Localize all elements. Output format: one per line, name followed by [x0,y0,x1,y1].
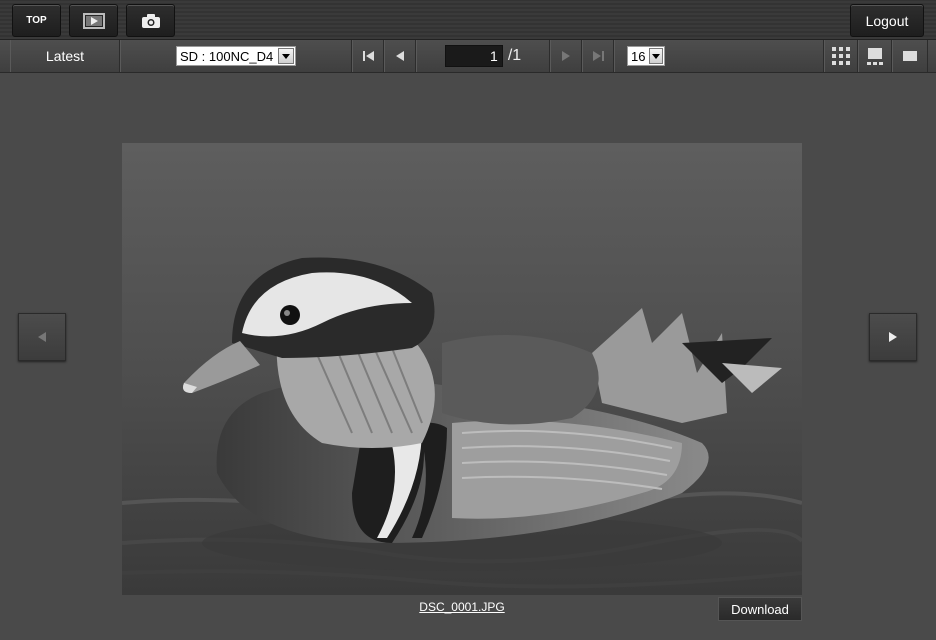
folder-select[interactable]: SD : 100NC_D4 [176,46,296,66]
chevron-down-icon [649,48,663,64]
download-button[interactable]: Download [718,597,802,621]
page-number-input[interactable]: 1 [444,45,503,67]
next-image-button[interactable] [869,313,917,361]
camera-button[interactable] [126,4,175,37]
top-button[interactable]: TOP [12,4,61,37]
image-filename-link[interactable]: DSC_0001.JPG [380,600,544,614]
grid-view-icon [832,47,850,65]
latest-button[interactable]: Latest [10,40,120,72]
filmstrip-view-button[interactable] [858,40,892,72]
first-page-icon [362,51,374,61]
filmstrip-view-icon [867,47,883,65]
per-page-select[interactable]: 16 [627,46,665,66]
latest-label: Latest [45,48,85,64]
logout-button[interactable]: Logout [850,4,924,37]
chevron-down-icon [278,48,294,64]
folder-select-value: SD : 100NC_D4 [180,48,274,64]
next-page-icon [562,51,570,61]
first-page-button[interactable] [352,40,384,72]
gallery-toolbar: Latest SD : 100NC_D4 1 /1 16 [0,40,936,73]
per-page-value: 16 [631,48,646,64]
photo-preview [122,143,802,595]
grid-view-button[interactable] [824,40,858,72]
previous-page-icon [396,51,404,61]
download-label: Download [731,601,789,617]
total-pages: /1 [507,47,522,64]
chevron-right-icon [889,332,897,342]
logout-label: Logout [865,12,909,29]
previous-image-button[interactable] [18,313,66,361]
previous-page-button[interactable] [384,40,416,72]
top-header-bar: TOP Logout [0,0,936,40]
next-page-button[interactable] [550,40,582,72]
single-view-button[interactable] [892,40,928,72]
playback-icon [82,12,105,29]
duck-photo-image [122,143,802,595]
single-view-icon [903,51,917,61]
per-page-container: 16 [614,40,824,72]
current-page-value: 1 [490,48,498,64]
camera-icon [141,13,160,28]
page-indicator: 1 /1 [416,40,550,72]
playback-button[interactable] [69,4,118,37]
folder-select-container: SD : 100NC_D4 [120,40,352,72]
last-page-button[interactable] [582,40,614,72]
top-button-label: TOP [26,15,47,26]
chevron-left-icon [38,332,46,342]
last-page-icon [592,51,604,61]
